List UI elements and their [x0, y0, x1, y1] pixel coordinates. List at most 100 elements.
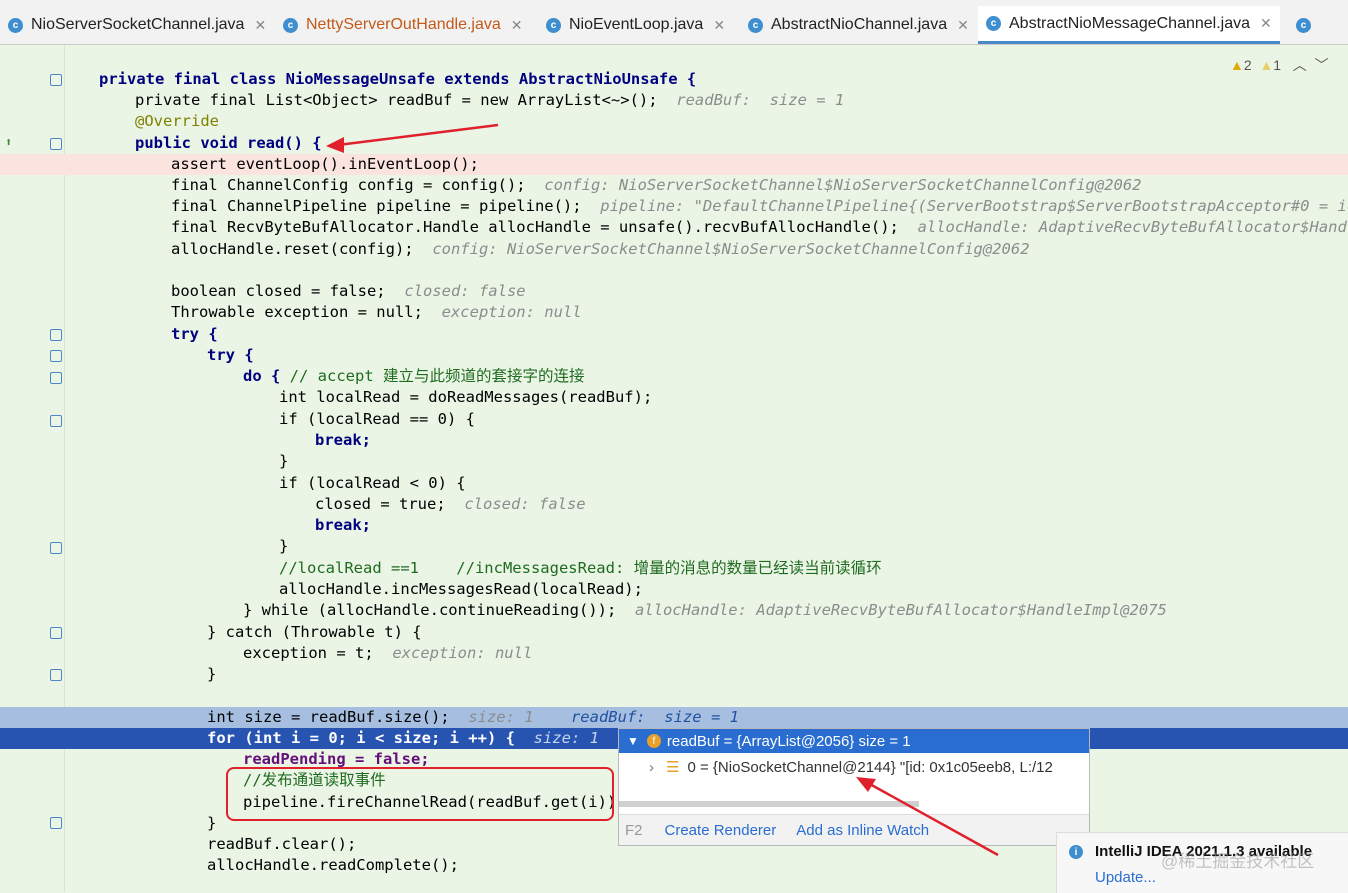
close-icon[interactable]: ✕: [1260, 15, 1272, 32]
inline-debug-value: allocHandle: AdaptiveRecvByteBufAllocato…: [917, 218, 1348, 236]
code-line: }: [0, 451, 1348, 472]
code-line: int localRead = doReadMessages(readBuf);: [0, 387, 1348, 408]
tab-abstractniochannel[interactable]: c AbstractNioChannel.java ✕: [740, 6, 972, 44]
inline-debug-value: allocHandle: AdaptiveRecvByteBufAllocato…: [634, 601, 1167, 619]
create-renderer-link[interactable]: Create Renderer: [665, 822, 777, 839]
class-icon: c: [546, 17, 561, 33]
code-comment: // accept 建立与此频道的套接字的连接: [289, 367, 585, 385]
code-text: if (localRead == 0) {: [279, 410, 475, 428]
code-line: try {: [0, 324, 1348, 345]
expand-icon[interactable]: ▼: [627, 734, 639, 748]
code-line: do { // accept 建立与此频道的套接字的连接: [0, 366, 1348, 387]
code-line: try {: [0, 345, 1348, 366]
code-text: try {: [171, 325, 218, 343]
code-text: allocHandle.reset(config);: [171, 240, 414, 258]
watermark: @稀土掘金技术社区: [1161, 852, 1315, 871]
code-line: final ChannelPipeline pipeline = pipelin…: [0, 196, 1348, 217]
code-line: } while (allocHandle.continueReading());…: [0, 600, 1348, 621]
code-line: //localRead ==1 //incMessagesRead: 增量的消息…: [0, 558, 1348, 579]
code-text: Throwable exception = null;: [171, 303, 423, 321]
class-icon: c: [748, 17, 763, 33]
update-link[interactable]: Update...: [1095, 869, 1156, 886]
annotation-highlight-box: [226, 767, 614, 821]
update-notification: i IntelliJ IDEA 2021.1.3 available Updat…: [1056, 832, 1348, 893]
class-icon: c: [986, 16, 1001, 31]
inline-debug-value: size: 1: [533, 729, 599, 747]
code-text: }: [207, 665, 217, 683]
code-text: public void read() {: [135, 134, 322, 152]
code-text: closed = true;: [315, 495, 446, 513]
tab-label: AbstractNioMessageChannel.java: [1009, 14, 1251, 32]
inline-debug-value: readBuf: size = 1: [676, 91, 845, 109]
chevron-right-icon[interactable]: ›: [649, 759, 654, 776]
inline-debug-value[interactable]: readBuf: size = 1: [571, 708, 739, 726]
code-text: allocHandle.incMessagesRead(localRead);: [279, 580, 643, 598]
inline-debug-value: config: NioServerSocketChannel$NioServer…: [432, 240, 1030, 258]
code-text: final ChannelConfig config = config();: [171, 176, 526, 194]
code-line: closed = true; closed: false: [0, 494, 1348, 515]
code-line: Throwable exception = null; exception: n…: [0, 302, 1348, 323]
code-text: break;: [315, 431, 371, 449]
code-comment: //localRead ==1 //incMessagesRead: 增量的消息…: [279, 559, 882, 577]
code-text: int size = readBuf.size();: [207, 708, 450, 726]
code-line: allocHandle.reset(config); config: NioSe…: [0, 239, 1348, 260]
close-icon[interactable]: ✕: [957, 17, 969, 34]
code-line: final ChannelConfig config = config(); c…: [0, 175, 1348, 196]
tab-label: AbstractNioChannel.java: [771, 16, 948, 33]
shortcut-hint: F2: [625, 821, 643, 839]
breakpoint-line: assert eventLoop().inEventLoop();: [0, 154, 1348, 175]
info-icon: i: [1069, 845, 1083, 859]
code-line: public void read() {: [0, 133, 1348, 154]
code-text: } catch (Throwable t) {: [207, 623, 422, 641]
inline-debug-value: pipeline: "DefaultChannelPipeline{(Serve…: [600, 197, 1348, 215]
code-line: boolean closed = false; closed: false: [0, 281, 1348, 302]
code-line: private final class NioMessageUnsafe ext…: [0, 69, 1348, 90]
tab-label: NettyServerOutHandle.java: [306, 16, 501, 33]
tab-nioserversocketchannel[interactable]: c NioServerSocketChannel.java ✕: [0, 6, 270, 44]
code-line: }: [0, 536, 1348, 557]
code-text: @Override: [135, 112, 219, 130]
code-text: } while (allocHandle.continueReading());: [243, 601, 617, 619]
code-text: }: [279, 452, 289, 470]
code-text: final RecvByteBufAllocator.Handle allocH…: [171, 218, 899, 236]
inline-debug-value: size: 1: [468, 708, 534, 726]
code-text: }: [207, 814, 217, 832]
tab-nioeventloop[interactable]: c NioEventLoop.java ✕: [538, 6, 738, 44]
code-line: break;: [0, 430, 1348, 451]
code-line: } catch (Throwable t) {: [0, 622, 1348, 643]
tab-overflow[interactable]: c: [1288, 6, 1348, 44]
tab-nettyserverouthandle[interactable]: c NettyServerOutHandle.java ✕: [275, 6, 530, 44]
inline-debug-value: config: NioServerSocketChannel$NioServer…: [544, 176, 1142, 194]
selected-line: int size = readBuf.size(); size: 1 readB…: [0, 707, 1348, 728]
close-icon[interactable]: ✕: [254, 17, 266, 34]
field-icon: f: [646, 734, 661, 748]
annotation-arrow: [856, 777, 999, 857]
code-text: assert eventLoop().inEventLoop();: [171, 155, 479, 173]
tab-label: NioServerSocketChannel.java: [31, 16, 245, 33]
code-text: if (localRead < 0) {: [279, 474, 466, 492]
code-line: if (localRead < 0) {: [0, 473, 1348, 494]
code-line: break;: [0, 515, 1348, 536]
code-line: if (localRead == 0) {: [0, 409, 1348, 430]
code-line: exception = t; exception: null: [0, 643, 1348, 664]
code-line: @Override: [0, 111, 1348, 132]
class-icon: c: [283, 17, 298, 33]
code-text: allocHandle.readComplete();: [207, 856, 459, 874]
code-text: break;: [315, 516, 371, 534]
class-icon: c: [1296, 17, 1311, 33]
code-text: boolean closed = false;: [171, 282, 386, 300]
tree-node-readbuf[interactable]: ▼ f readBuf = {ArrayList@2056} size = 1: [619, 729, 1089, 753]
close-icon[interactable]: ✕: [511, 17, 523, 34]
annotation-arrow: [326, 123, 499, 153]
close-icon[interactable]: ✕: [713, 17, 725, 34]
inline-debug-value: exception: null: [441, 303, 582, 321]
editor-tab-bar: c NioServerSocketChannel.java ✕ c NettyS…: [0, 6, 1348, 45]
inline-debug-value: closed: false: [464, 495, 586, 513]
inline-debug-value: exception: null: [392, 644, 533, 662]
inline-debug-value: closed: false: [404, 282, 526, 300]
code-text: readBuf.clear();: [207, 835, 357, 853]
code-text: try {: [207, 346, 254, 364]
tab-abstractniomessagechannel[interactable]: c AbstractNioMessageChannel.java ✕: [978, 6, 1280, 44]
code-line: allocHandle.incMessagesRead(localRead);: [0, 579, 1348, 600]
code-text: exception = t;: [243, 644, 374, 662]
